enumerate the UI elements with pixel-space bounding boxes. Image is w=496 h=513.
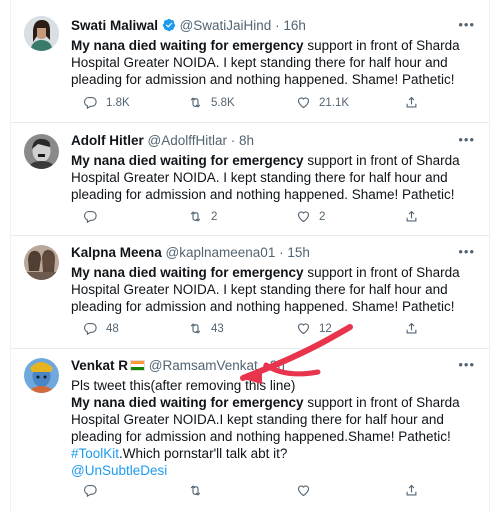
tweet-text-bold: My nana died waiting for emergency [71,265,304,280]
avatar[interactable] [24,134,59,169]
share-icon [406,322,417,334]
handle[interactable]: @SwatiJaiHind [180,18,272,33]
like-count: 12 [319,322,332,335]
reply-icon [84,96,97,110]
separator: · [261,358,267,373]
retweet-icon [190,97,201,108]
timestamp[interactable]: 15h [287,245,310,260]
tweet[interactable]: Swati Maliwal @SwatiJaiHind · 16h ••• My… [11,0,489,123]
retweet-button[interactable]: 2 [188,209,217,224]
heart-icon [297,485,310,497]
tweet-header: Kalpna Meena @kaplnameena01 · 15h [71,245,310,260]
handle[interactable]: @kaplnameena01 [166,245,276,260]
display-name[interactable]: Swati Maliwal [71,18,158,33]
reply-button[interactable]: 48 [83,321,119,336]
retweet-icon [190,211,201,222]
tweet-text-intro: Pls tweet this(after removing this line) [71,378,296,393]
separator: · [275,18,280,33]
like-button[interactable] [296,483,311,498]
reply-button[interactable]: 1.8K [83,95,130,110]
tweet-text-main: My nana died waiting for emergency suppo… [71,394,479,445]
handle[interactable]: @RamsamVenkat [149,358,258,373]
timestamp[interactable]: 16h [283,18,306,33]
tweet-header: Swati Maliwal @SwatiJaiHind · 16h [71,18,306,33]
more-options-icon[interactable]: ••• [458,244,475,259]
tweet-text-bold: My nana died waiting for emergency [71,38,304,53]
like-count: 2 [319,210,326,223]
heart-icon [297,97,310,109]
retweet-icon [190,485,201,496]
separator: · [230,133,236,148]
avatar-image [24,134,59,169]
share-button[interactable] [404,209,419,224]
retweet-button[interactable] [188,483,203,498]
display-name[interactable]: Kalpna Meena [71,245,162,260]
like-button[interactable]: 21.1K [296,95,349,110]
tweet[interactable]: Adolf Hitler @AdolffHitlar · 8h ••• My n… [11,122,489,236]
share-button[interactable] [404,483,419,498]
tweet-text-after-hashtag: .Which pornstar'll talk abt it? [119,446,288,461]
tweet-text: Pls tweet this(after removing this line)… [71,377,479,479]
like-count: 21.1K [319,96,350,109]
more-options-icon[interactable]: ••• [458,17,475,32]
tweet[interactable]: Kalpna Meena @kaplnameena01 · 15h ••• My… [11,235,489,349]
tweet-text-bold: My nana died waiting for emergency [71,153,304,168]
reply-button[interactable] [83,209,106,224]
retweet-button[interactable]: 43 [188,321,224,336]
like-button[interactable]: 12 [296,321,332,336]
share-icon [406,210,417,222]
timestamp[interactable]: 8h [239,133,254,148]
separator: · [279,245,284,260]
reply-count: 1.8K [106,96,130,109]
share-icon [406,96,417,108]
reply-button[interactable] [83,483,98,498]
verified-icon [162,18,175,32]
handle[interactable]: @AdolffHitlar [148,133,227,148]
avatar[interactable] [24,16,59,51]
avatar-image [24,245,59,280]
like-button[interactable]: 2 [296,209,325,224]
tweet-text-hashtag-line: #ToolKit.Which pornstar'll talk abt it? [71,445,479,462]
heart-icon [297,323,310,335]
avatar-image [24,358,59,393]
tweet-text: My nana died waiting for emergency suppo… [71,264,479,315]
retweet-icon [190,323,201,334]
mention-link[interactable]: @UnSubtleDesi [71,463,167,478]
tweet-actions: 2 2 [71,209,431,225]
retweet-button[interactable]: 5.8K [188,95,235,110]
retweet-count: 43 [211,322,224,335]
share-button[interactable] [404,321,419,336]
tweet-text-bold: My nana died waiting for emergency [71,395,304,410]
share-button[interactable] [404,95,419,110]
display-name[interactable]: Adolf Hitler [71,133,144,148]
tweet-header: Venkat R @RamsamVenkat · 2h [71,358,285,373]
avatar[interactable] [24,245,59,280]
tweet[interactable]: Venkat R @RamsamVenkat · 2h ••• Pls twee… [11,348,489,513]
retweet-count: 5.8K [211,96,235,109]
avatar-image [24,16,59,51]
reply-icon [84,210,97,224]
hashtag-link[interactable]: #ToolKit [71,446,119,461]
timestamp[interactable]: 2h [270,358,285,373]
avatar[interactable] [24,358,59,393]
display-name[interactable]: Venkat R [71,358,128,373]
tweet-text: My nana died waiting for emergency suppo… [71,152,479,203]
india-flag-icon [130,360,146,371]
tweet-actions: 1.8K 5.8K 21.1K [71,95,431,111]
tweet-actions: 48 43 12 [71,321,431,337]
share-icon [406,484,417,496]
reply-count: 48 [106,322,119,335]
more-options-icon[interactable]: ••• [458,357,475,372]
reply-icon [84,322,97,336]
reply-icon [84,484,97,498]
tweet-feed: Swati Maliwal @SwatiJaiHind · 16h ••• My… [10,0,490,513]
more-options-icon[interactable]: ••• [458,132,475,147]
retweet-count: 2 [211,210,218,223]
tweet-actions [71,483,431,499]
tweet-text: My nana died waiting for emergency suppo… [71,37,479,88]
tweet-header: Adolf Hitler @AdolffHitlar · 8h [71,133,254,148]
heart-icon [297,211,310,223]
